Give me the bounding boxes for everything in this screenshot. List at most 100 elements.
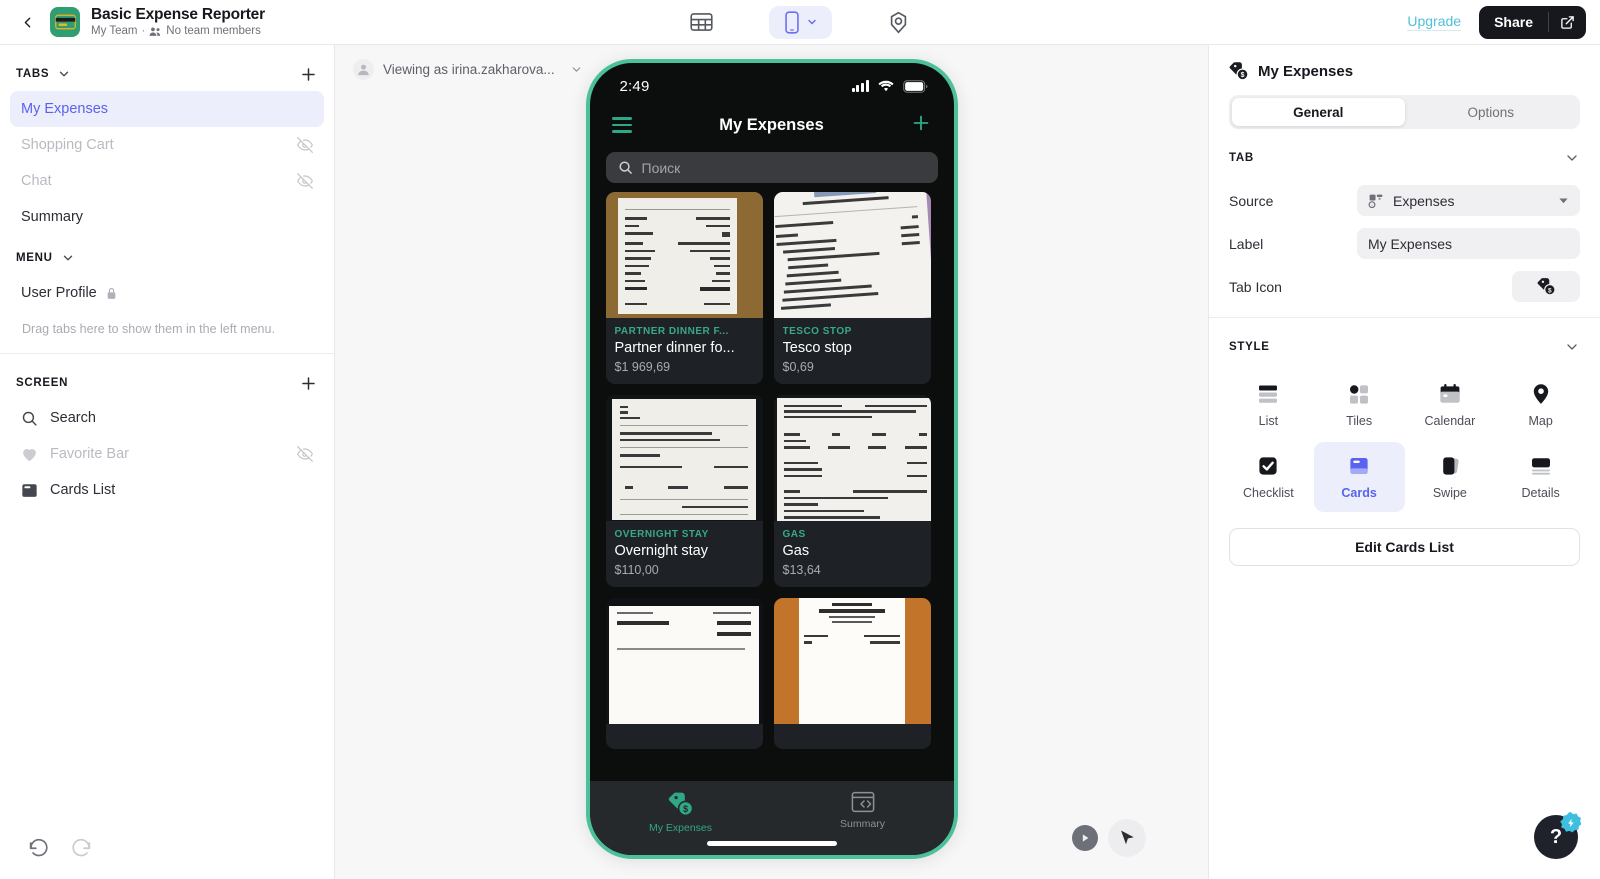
label-input[interactable]: My Expenses — [1357, 228, 1580, 259]
style-option-label: Details — [1521, 486, 1560, 500]
share-button[interactable]: Share — [1479, 6, 1548, 39]
phone-search-placeholder: Поиск — [641, 159, 681, 176]
field-tab-icon: Tab Icon $ — [1209, 265, 1600, 308]
calendar-layout-icon — [1438, 382, 1462, 406]
phone-tab-summary[interactable]: Summary — [772, 791, 954, 830]
eye-off-icon[interactable] — [297, 173, 313, 189]
source-select[interactable]: i Expenses — [1357, 185, 1580, 216]
battery-full-icon — [902, 79, 928, 93]
chevron-down-icon[interactable] — [61, 251, 75, 265]
style-option-cards[interactable]: Cards — [1313, 442, 1405, 512]
screen-section-title: SCREEN — [16, 377, 69, 389]
sidebar-item-cards-list[interactable]: Cards List — [10, 472, 324, 508]
tab-icon-picker[interactable]: $ — [1512, 271, 1580, 302]
toolbar-center-group — [340, 5, 1260, 39]
cursor-arrow-icon[interactable] — [1108, 819, 1146, 857]
sidebar-item-my-expenses[interactable]: My Expenses — [10, 91, 324, 127]
chevron-down-icon — [570, 63, 583, 76]
undo-icon[interactable] — [28, 836, 49, 857]
chevron-down-icon[interactable] — [1564, 339, 1580, 355]
sidebar-item-user-profile[interactable]: User Profile — [10, 275, 324, 311]
style-option-calendar[interactable]: Calendar — [1405, 370, 1496, 440]
phone-app-header: My Expenses — [590, 103, 954, 147]
style-option-swipe[interactable]: Swipe — [1405, 442, 1496, 512]
sidebar-item-label: Shopping Cart — [21, 137, 114, 153]
heart-icon — [21, 446, 38, 462]
sidebar-item-favorite-bar[interactable]: Favorite Bar — [10, 436, 324, 472]
expense-card[interactable]: OVERNIGHT STAY Overnight stay $110,00 — [605, 395, 763, 587]
style-option-checklist[interactable]: Checklist — [1223, 442, 1314, 512]
phone-tab-my-expenses[interactable]: $ My Expenses — [590, 791, 772, 834]
expense-category: OVERNIGHT STAY — [614, 529, 709, 540]
tab-group-header[interactable]: TAB — [1209, 137, 1600, 179]
menu-section-title: MENU — [16, 252, 53, 264]
chevron-down-icon — [806, 16, 818, 28]
external-link-icon[interactable] — [1549, 6, 1586, 39]
home-indicator — [706, 841, 837, 846]
upgrade-link[interactable]: Upgrade — [1407, 13, 1462, 31]
eye-off-icon[interactable] — [297, 137, 313, 153]
style-option-list[interactable]: List — [1223, 370, 1314, 440]
tab-general[interactable]: General — [1232, 98, 1405, 126]
sidebar-item-label: My Expenses — [21, 101, 109, 117]
sidebar-item-shopping-cart[interactable]: Shopping Cart — [10, 127, 324, 163]
expense-name: Overnight stay — [614, 543, 709, 559]
style-option-map[interactable]: Map — [1495, 370, 1586, 440]
main-body: TABS My Expenses Shopping Cart Chat Summ… — [0, 45, 1600, 879]
style-options-grid: List Tiles Calendar Map Checklist Cards … — [1209, 368, 1600, 512]
expense-card[interactable]: GAS Gas $13,64 — [773, 395, 931, 587]
top-toolbar: Basic Expense Reporter My Team · No team… — [0, 0, 1600, 45]
add-tab-button[interactable] — [299, 65, 318, 84]
phone-search-input[interactable]: Поиск — [605, 152, 938, 183]
sidebar-item-summary[interactable]: Summary — [10, 199, 324, 235]
tab-options[interactable]: Options — [1405, 98, 1578, 126]
checklist-layout-icon — [1256, 454, 1280, 478]
map-pin-layout-icon — [1529, 382, 1553, 406]
viewing-as-selector[interactable]: Viewing as irina.zakharova... — [353, 59, 583, 80]
table-icon[interactable] — [683, 6, 721, 38]
device-selector[interactable] — [768, 5, 832, 39]
expense-card[interactable]: PARTNER DINNER F... Partner dinner fo...… — [605, 192, 763, 384]
chevron-down-icon[interactable] — [1564, 150, 1580, 166]
hamburger-menu-icon[interactable] — [611, 117, 632, 133]
lightning-bolt-icon — [1560, 812, 1581, 833]
screen-section-header: SCREEN — [0, 366, 334, 400]
toolbar-right-group: Upgrade Share — [1260, 5, 1600, 39]
expense-card[interactable] — [605, 598, 763, 749]
svg-text:$: $ — [1241, 72, 1245, 79]
expense-card[interactable] — [773, 598, 931, 749]
expense-card[interactable]: TESCO STOP Tesco stop $0,69 — [773, 192, 931, 384]
sidebar-item-search[interactable]: Search — [10, 400, 324, 436]
play-icon[interactable] — [1072, 825, 1098, 851]
left-sidebar: TABS My Expenses Shopping Cart Chat Summ… — [0, 45, 335, 879]
style-option-tiles[interactable]: Tiles — [1314, 370, 1405, 440]
help-label: ? — [1549, 825, 1563, 848]
preview-canvas: Viewing as irina.zakharova... 2:49 My Ex… — [335, 45, 1208, 879]
edit-cards-list-button[interactable]: Edit Cards List — [1229, 528, 1580, 566]
redo-icon[interactable] — [71, 836, 92, 857]
tiles-layout-icon — [1347, 382, 1371, 406]
chevron-down-icon[interactable] — [57, 67, 71, 81]
expense-card-body: PARTNER DINNER F... Partner dinner fo...… — [606, 318, 763, 384]
expense-card-body — [774, 724, 931, 749]
status-icons — [851, 79, 928, 93]
back-button[interactable] — [14, 9, 40, 35]
style-option-details[interactable]: Details — [1495, 442, 1586, 512]
add-screen-button[interactable] — [299, 374, 318, 393]
sidebar-item-label: Favorite Bar — [50, 446, 129, 462]
page-title: Basic Expense Reporter — [91, 6, 265, 23]
phone-cards-list: PARTNER DINNER F... Partner dinner fo...… — [590, 183, 954, 749]
expense-category: GAS — [782, 529, 806, 540]
caret-down-icon — [1558, 195, 1569, 206]
gear-icon[interactable] — [880, 6, 918, 38]
summary-window-icon — [851, 791, 875, 813]
sidebar-item-chat[interactable]: Chat — [10, 163, 324, 199]
receipt-photo-order — [605, 598, 763, 724]
sidebar-item-label: User Profile — [21, 285, 97, 301]
cards-icon — [21, 482, 38, 499]
style-group-header[interactable]: STYLE — [1209, 326, 1600, 368]
add-expense-button[interactable] — [910, 112, 932, 139]
help-button[interactable]: ? — [1534, 812, 1581, 859]
eye-off-icon[interactable] — [297, 446, 313, 462]
label-value: My Expenses — [1368, 235, 1453, 252]
